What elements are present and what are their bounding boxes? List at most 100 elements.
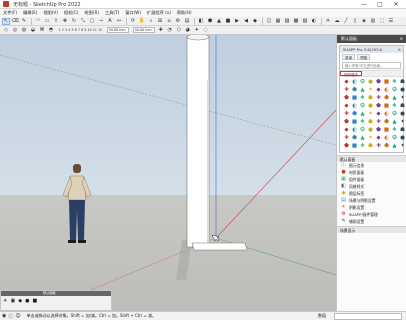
edge-icon[interactable]: ╱ [342, 18, 350, 25]
shadow-icon[interactable]: ⬟ [343, 119, 350, 126]
globe-icon[interactable]: ✦ [399, 143, 406, 150]
rectangle-icon[interactable]: ▭ [43, 18, 51, 25]
plugin-k-icon[interactable]: ✦ [193, 27, 201, 34]
lock-icon[interactable]: ❖ [359, 119, 366, 126]
beam-icon[interactable]: ● [367, 79, 374, 86]
scale-icon[interactable]: ⤡ [79, 18, 87, 25]
tray-item[interactable]: ⓘ 图元信息 [337, 162, 406, 169]
section-icon[interactable]: ■ [351, 119, 358, 126]
menu-help[interactable]: 帮助(H) [177, 10, 192, 16]
menu-camera[interactable]: 相机(C) [64, 10, 79, 16]
push-pull-icon[interactable]: ⇧ [52, 18, 60, 25]
loft-icon[interactable]: ■ [351, 95, 358, 102]
suapp-menu-button[interactable]: 菜单 [342, 54, 356, 60]
monochrome-icon[interactable]: ◐ [310, 18, 318, 25]
menu-tools[interactable]: 工具(T) [105, 10, 119, 16]
tape-icon[interactable]: ⊸ [97, 18, 105, 25]
link-icon[interactable]: ✚ [375, 143, 382, 150]
tray-item[interactable]: ◧ 风格样式 [337, 183, 406, 190]
stair-icon[interactable]: ⬟ [375, 79, 382, 86]
scene-icon[interactable]: ▥ [369, 18, 377, 25]
minimize-button[interactable]: — [356, 0, 372, 9]
component-icon[interactable]: ■ [32, 298, 37, 304]
hidden-line-icon[interactable]: ▨ [283, 18, 291, 25]
area-icon[interactable]: ◆ [375, 111, 382, 118]
shadow-settings-icon[interactable]: ☀ [3, 298, 7, 304]
text-icon[interactable]: A [106, 18, 114, 25]
soften-icon[interactable]: ⬟ [375, 127, 382, 134]
face-icon[interactable]: ❖ [391, 127, 398, 134]
copy-icon[interactable]: ✦ [367, 135, 374, 142]
layer-icon[interactable]: ● [367, 103, 374, 110]
iso-view-icon[interactable]: ⬢ [206, 18, 214, 25]
user-icon[interactable]: ☺ [15, 313, 20, 320]
layout-icon[interactable]: ▤ [183, 18, 191, 25]
export-icon[interactable]: ☗ [399, 103, 406, 110]
arrow-icon[interactable]: ✦ [367, 87, 374, 94]
star-icon[interactable]: ■ [351, 143, 358, 150]
render-icon[interactable]: ❖ [391, 103, 398, 110]
uv-icon[interactable]: ✪ [359, 127, 366, 134]
rotate-icon[interactable]: ↻ [70, 18, 78, 25]
info-icon[interactable]: ⬟ [343, 143, 350, 150]
tree-icon[interactable]: ✚ [343, 87, 350, 94]
suapp-help-button[interactable]: 帮助 [357, 54, 371, 60]
wall-icon[interactable]: ◐ [351, 79, 358, 86]
volume-icon[interactable]: ◐ [383, 111, 390, 118]
car-icon[interactable]: ⬢ [351, 87, 358, 94]
column-icon[interactable]: ✪ [359, 79, 366, 86]
text-icon[interactable]: ▲ [359, 87, 366, 94]
light-icon[interactable]: ■ [383, 103, 390, 110]
reverse-icon[interactable]: ☗ [399, 127, 406, 134]
suapp-tab-grid-wall[interactable]: 轴网墙体 [340, 71, 362, 77]
measurements-input[interactable] [334, 313, 402, 320]
split-icon[interactable]: ● [399, 87, 406, 94]
close-button[interactable]: ✕ [388, 0, 404, 9]
modeling-viewport[interactable] [0, 35, 336, 311]
smooth-icon[interactable]: ● [367, 127, 374, 134]
extension-icon[interactable]: ⚙ [174, 18, 182, 25]
suapp-close-icon[interactable]: ✕ [398, 46, 401, 53]
move-icon[interactable]: ▲ [359, 135, 366, 142]
orbit-icon[interactable]: ⟳ [129, 18, 137, 25]
curve-icon[interactable]: ◆ [375, 87, 382, 94]
textured-icon[interactable]: ▧ [301, 18, 309, 25]
fix-icon[interactable]: ▲ [359, 111, 366, 118]
twist-icon[interactable]: ✚ [375, 95, 382, 102]
menu-edit[interactable]: 编辑(E) [23, 10, 37, 16]
roof-icon[interactable]: ☗ [399, 79, 406, 86]
plugin-f-icon[interactable]: ◓ [47, 27, 55, 34]
hide-icon[interactable]: ✚ [375, 119, 382, 126]
extrude-icon[interactable]: ⬟ [343, 95, 350, 102]
tray-item[interactable]: ☀ 阴影设置 [337, 204, 406, 211]
outliner-icon[interactable]: ☰ [387, 18, 395, 25]
tray-section-scene[interactable]: 场景显示 [337, 226, 406, 233]
zoom-icon[interactable]: ⌕ [147, 18, 155, 25]
plugin-l-icon[interactable]: ◌ [202, 27, 210, 34]
camera-icon[interactable]: ⬟ [375, 103, 382, 110]
maximize-button[interactable]: □ [372, 0, 388, 9]
tray-close-icon[interactable]: ✕ [400, 35, 403, 43]
eraser-icon[interactable]: ⌫ [11, 18, 19, 25]
scale-icon[interactable]: ⬢ [351, 135, 358, 142]
sun-icon[interactable]: ● [399, 111, 406, 118]
material-icon[interactable]: ◐ [351, 127, 358, 134]
grid-icon[interactable]: ◆ [343, 79, 350, 86]
plugin-e-icon[interactable]: ⌘ [38, 27, 46, 34]
menu-file[interactable]: 文件(F) [3, 10, 17, 16]
undo-icon[interactable]: ◐ [383, 135, 390, 142]
material-icon[interactable]: ● [25, 298, 29, 304]
back-view-icon[interactable]: ◀ [242, 18, 250, 25]
plugin-g-icon[interactable]: ✚ [157, 27, 165, 34]
wireframe-icon[interactable]: ▦ [274, 18, 282, 25]
menu-draw[interactable]: 绘图(R) [84, 10, 99, 16]
settings-icon[interactable]: ● [399, 135, 406, 142]
door-icon[interactable]: ■ [383, 79, 390, 86]
filter-icon[interactable]: ✦ [399, 119, 406, 126]
align-icon[interactable]: ✦ [399, 95, 406, 102]
plugin-i-icon[interactable]: ⬡ [175, 27, 183, 34]
suapp-search-input[interactable]: 输入拼音/中文进行检索... [342, 62, 401, 69]
plugin-j-icon[interactable]: ◕ [184, 27, 192, 34]
plugin-a-icon[interactable]: ◇ [2, 27, 10, 34]
cloud-icon[interactable]: ⬢ [383, 143, 390, 150]
